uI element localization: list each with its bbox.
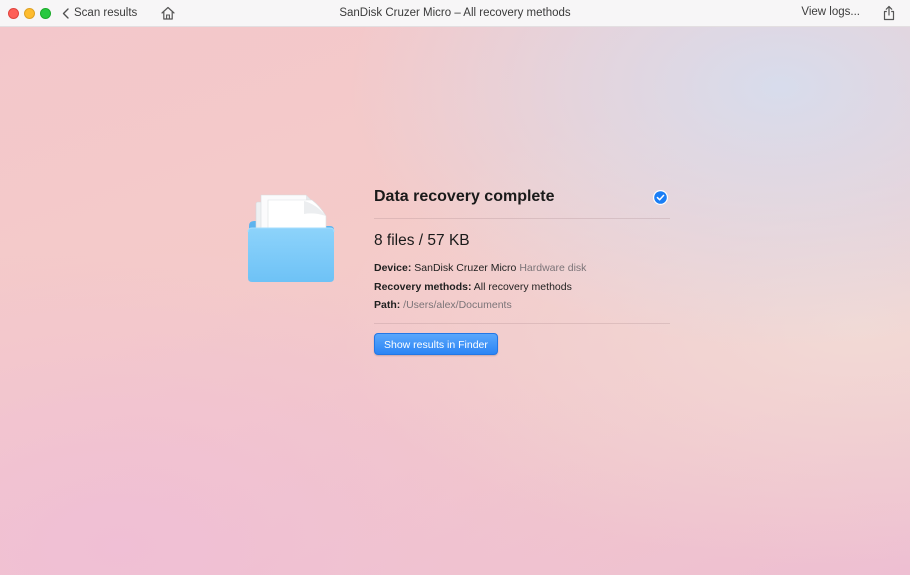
device-value: SanDisk Cruzer Micro (414, 262, 517, 274)
device-row: Device: SanDisk Cruzer Micro Hardware di… (374, 259, 670, 278)
recovery-methods-label: Recovery methods: (374, 280, 472, 293)
divider (374, 322, 670, 324)
path-row: Path: /Users/alex/Documents (374, 296, 670, 315)
folder-icon (246, 192, 336, 286)
view-logs-button[interactable]: View logs... (801, 0, 860, 27)
zoom-window-button[interactable] (40, 8, 51, 19)
home-button[interactable] (160, 5, 176, 21)
device-type: Hardware disk (519, 262, 587, 274)
back-to-scan-results-button[interactable]: Scan results (62, 4, 137, 22)
chevron-left-icon (62, 7, 69, 19)
close-window-button[interactable] (8, 8, 19, 19)
show-results-in-finder-button[interactable]: Show results in Finder (374, 332, 498, 355)
result-title: Data recovery complete (374, 188, 555, 205)
share-button[interactable] (882, 5, 896, 21)
divider (374, 218, 670, 219)
path-label: Path: (374, 299, 401, 311)
recovery-result-panel: Data recovery complete 8 files / 57 KB D… (374, 186, 670, 355)
minimize-window-button[interactable] (24, 8, 35, 19)
path-value: /Users/alex/Documents (403, 299, 512, 311)
device-label: Device: (374, 262, 412, 274)
title-bar: Scan results SanDisk Cruzer Micro – All … (0, 0, 910, 27)
home-icon (161, 6, 175, 20)
checkmark-circle-icon (653, 190, 668, 205)
back-button-label: Scan results (74, 7, 138, 19)
recovered-files-summary: 8 files / 57 KB (374, 232, 470, 249)
recovery-methods-value: All recovery methods (473, 280, 572, 293)
result-details: Device: SanDisk Cruzer Micro Hardware di… (374, 259, 670, 315)
share-icon (883, 5, 895, 21)
recovery-methods-row: Recovery methods: All recovery methods (374, 278, 670, 297)
